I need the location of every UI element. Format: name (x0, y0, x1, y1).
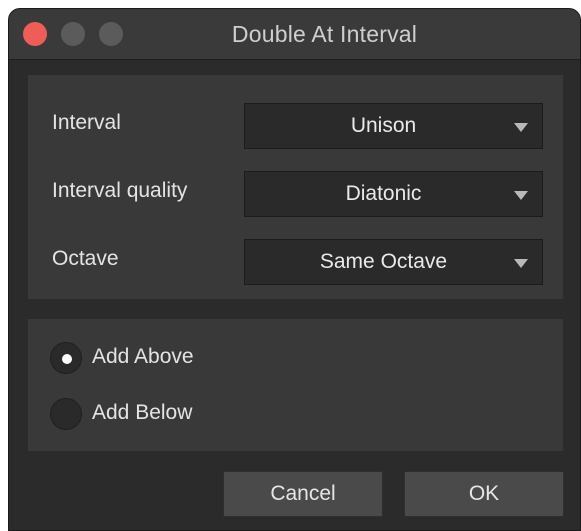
interval-select-value: Unison (350, 114, 417, 137)
octave-label: Octave (52, 247, 119, 270)
interval-quality-label: Interval quality (52, 179, 188, 202)
interval-quality-select[interactable]: Diatonic (244, 171, 543, 217)
add-above-label: Add Above (92, 345, 194, 368)
radio-button-unselected-icon[interactable] (50, 398, 82, 430)
title-bar[interactable]: Double At Interval (9, 9, 580, 60)
interval-options-panel: Interval Unison Interval quality Diatoni… (28, 75, 563, 299)
placement-panel: Add Above Add Below (28, 319, 563, 451)
octave-select-value: Same Octave (319, 250, 448, 273)
window-title: Double At Interval (231, 21, 418, 47)
dropdown-caret-icon (514, 123, 528, 132)
octave-select[interactable]: Same Octave (244, 239, 543, 285)
dialog-window: Double At Interval Interval Unison Inter… (8, 8, 581, 531)
add-below-label: Add Below (92, 401, 193, 424)
ok-button[interactable]: OK (404, 471, 564, 517)
interval-select[interactable]: Unison (244, 103, 543, 149)
radio-button-selected-icon[interactable] (50, 342, 82, 374)
radio-dot-icon (62, 354, 72, 364)
dropdown-caret-icon (514, 259, 528, 268)
interval-quality-select-value: Diatonic (345, 182, 422, 205)
cancel-button[interactable]: Cancel (223, 471, 383, 517)
interval-label: Interval (52, 111, 121, 134)
dropdown-caret-icon (514, 191, 528, 200)
